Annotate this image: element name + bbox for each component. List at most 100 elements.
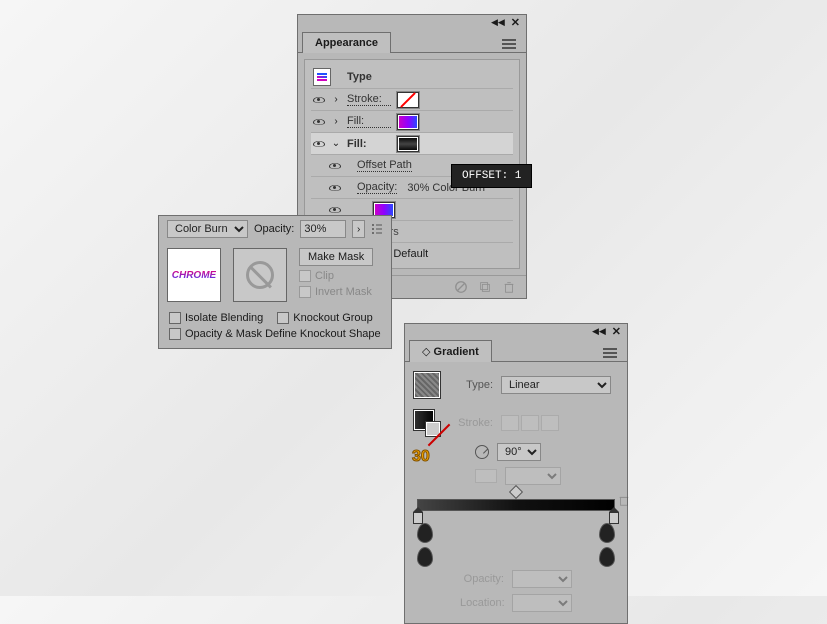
offset-tooltip: OFFSET: 1 bbox=[451, 164, 532, 188]
collapse-icon[interactable]: ◀◀ bbox=[491, 17, 505, 28]
chevron-right-icon[interactable]: › bbox=[331, 116, 341, 127]
options-section: Isolate Blending Knockout Group Opacity … bbox=[159, 308, 391, 348]
gradient-fill bbox=[418, 500, 614, 510]
stroke-mode-1 bbox=[501, 415, 519, 431]
tab-appearance[interactable]: Appearance bbox=[302, 32, 391, 53]
no-icon[interactable] bbox=[454, 280, 468, 294]
color-stop-thumbs bbox=[405, 515, 627, 567]
step-badge: 30 bbox=[412, 448, 430, 466]
knockout-label: Knockout Group bbox=[293, 312, 373, 324]
visibility-icon[interactable] bbox=[329, 182, 341, 194]
type-label: Type bbox=[347, 71, 391, 83]
invert-mask-label: Invert Mask bbox=[315, 286, 372, 298]
aspect-input bbox=[505, 467, 561, 485]
stroke-mode-2 bbox=[521, 415, 539, 431]
opacity-label: Opacity: bbox=[357, 181, 397, 194]
duplicate-icon[interactable] bbox=[478, 280, 492, 294]
stroke-row: Stroke: bbox=[405, 406, 627, 440]
close-icon[interactable]: ✕ bbox=[612, 325, 621, 338]
stroke-label: Stroke: bbox=[449, 417, 493, 429]
stop-location-row: Location: bbox=[405, 591, 627, 615]
opacity-input[interactable] bbox=[300, 220, 346, 238]
stroke-swatch-none[interactable] bbox=[425, 421, 441, 437]
angle-row: 90° bbox=[405, 440, 627, 464]
stroke-label: Stroke: bbox=[347, 93, 391, 106]
mask-thumb[interactable] bbox=[233, 248, 287, 302]
stop-color-2[interactable] bbox=[417, 547, 433, 567]
artwork-thumb[interactable]: CHROME bbox=[167, 248, 221, 302]
tab-bar: Appearance bbox=[298, 29, 526, 53]
panel-menu-icon[interactable] bbox=[502, 36, 522, 52]
trash-icon[interactable] bbox=[502, 280, 516, 294]
chevron-right-icon[interactable]: › bbox=[331, 94, 341, 105]
blend-row: Color Burn Opacity: › bbox=[159, 216, 391, 242]
fill-row-2[interactable]: ⌄ Fill: bbox=[311, 132, 513, 154]
fill-row-1[interactable]: › Fill: bbox=[311, 110, 513, 132]
visibility-icon[interactable] bbox=[329, 160, 341, 172]
angle-icon bbox=[475, 445, 489, 459]
color-stop-left[interactable] bbox=[413, 512, 423, 524]
location-label: Location: bbox=[460, 597, 504, 609]
opacity-stepper[interactable]: › bbox=[352, 220, 365, 238]
visibility-icon[interactable] bbox=[313, 116, 325, 128]
stop-opacity-row: Opacity: bbox=[405, 567, 627, 591]
chevron-down-icon[interactable]: ⌄ bbox=[331, 138, 341, 149]
fill-label: Fill: bbox=[347, 115, 391, 128]
no-mask-icon bbox=[246, 261, 274, 289]
stop-color-1[interactable] bbox=[417, 523, 433, 543]
fill-label: Fill: bbox=[347, 138, 391, 150]
gradient-slider[interactable] bbox=[405, 488, 627, 515]
offset-path-label: Offset Path bbox=[357, 159, 412, 172]
panel-header: ◀◀ ✕ bbox=[405, 324, 627, 338]
stop-opacity-input bbox=[512, 570, 572, 588]
transparency-panel: Color Burn Opacity: › CHROME Make Mask C… bbox=[158, 215, 392, 349]
fill-swatch-dark[interactable] bbox=[397, 136, 419, 152]
type-row: Type bbox=[311, 66, 513, 88]
visibility-icon[interactable] bbox=[313, 94, 325, 106]
knockout-checkbox[interactable] bbox=[277, 312, 289, 324]
gradient-type-select[interactable]: Linear bbox=[501, 376, 611, 394]
stroke-swatch-none[interactable] bbox=[397, 92, 419, 108]
panel-header: ◀◀ ✕ bbox=[298, 15, 526, 29]
tab-gradient[interactable]: ◇ Gradient bbox=[409, 340, 492, 362]
type-row: Type: Linear bbox=[405, 368, 627, 402]
type-label: Type: bbox=[449, 379, 493, 391]
mask-row: CHROME Make Mask Clip Invert Mask bbox=[159, 242, 391, 308]
invert-mask-checkbox bbox=[299, 286, 311, 298]
stop-color-4[interactable] bbox=[599, 547, 615, 567]
isolate-label: Isolate Blending bbox=[185, 312, 263, 324]
color-stop-right[interactable] bbox=[609, 512, 619, 524]
stroke-mode-3 bbox=[541, 415, 559, 431]
clip-checkbox bbox=[299, 270, 311, 282]
gradient-track[interactable] bbox=[417, 499, 615, 511]
delete-stop-icon[interactable] bbox=[617, 493, 631, 507]
type-icon bbox=[313, 68, 331, 86]
clip-label: Clip bbox=[315, 270, 334, 282]
define-checkbox[interactable] bbox=[169, 328, 181, 340]
make-mask-button[interactable]: Make Mask bbox=[299, 248, 373, 266]
angle-input[interactable]: 90° bbox=[497, 443, 541, 461]
stop-color-3[interactable] bbox=[599, 523, 615, 543]
opacity-default: Default bbox=[393, 248, 428, 260]
opacity-label: Opacity: bbox=[460, 573, 504, 585]
panel-menu-icon[interactable] bbox=[603, 345, 623, 361]
stroke-alignment bbox=[501, 415, 559, 431]
list-icon[interactable] bbox=[371, 221, 383, 238]
define-label: Opacity & Mask Define Knockout Shape bbox=[185, 328, 381, 340]
tab-bar: ◇ Gradient bbox=[405, 338, 627, 362]
gradient-panel: ◀◀ ✕ ◇ Gradient Type: Linear Stroke: 90 bbox=[404, 323, 628, 624]
close-icon[interactable]: ✕ bbox=[511, 16, 520, 29]
aspect-ratio-icon bbox=[475, 469, 497, 483]
visibility-icon[interactable] bbox=[329, 204, 341, 216]
stroke-row[interactable]: › Stroke: bbox=[311, 88, 513, 110]
gradient-preview[interactable] bbox=[413, 371, 441, 399]
midpoint-diamond[interactable] bbox=[509, 485, 523, 499]
visibility-icon[interactable] bbox=[313, 138, 325, 150]
fill-swatch-gradient[interactable] bbox=[397, 114, 419, 130]
opacity-label: Opacity: bbox=[254, 223, 294, 235]
stop-location-input bbox=[512, 594, 572, 612]
collapse-icon[interactable]: ◀◀ bbox=[592, 326, 606, 337]
isolate-checkbox[interactable] bbox=[169, 312, 181, 324]
artwork-preview: CHROME bbox=[172, 270, 216, 281]
blend-mode-select[interactable]: Color Burn bbox=[167, 220, 248, 238]
